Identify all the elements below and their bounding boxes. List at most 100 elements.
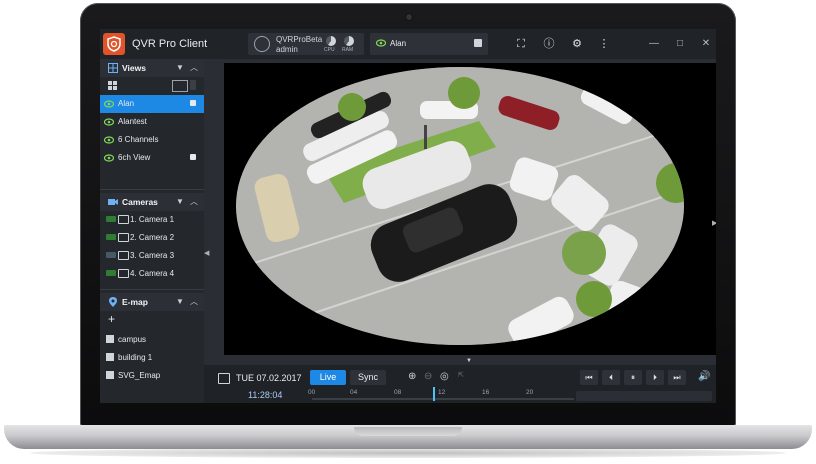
ram-label: RAM xyxy=(342,47,354,53)
map-icon xyxy=(106,335,114,343)
step-forward-button[interactable]: ⏵ xyxy=(646,370,664,385)
close-button[interactable]: ✕ xyxy=(700,37,712,51)
timeline-track[interactable] xyxy=(312,398,574,400)
collapse-icon[interactable]: ︿ xyxy=(190,62,198,73)
current-view-name: Alan xyxy=(390,39,407,48)
user-icon xyxy=(254,36,270,52)
cctv-icon xyxy=(118,251,129,260)
sync-button[interactable]: Sync xyxy=(350,370,386,385)
timeline-tick: 04 xyxy=(350,389,358,396)
user-account-box[interactable]: QVRProBeta admin CPU RAM xyxy=(248,33,364,55)
camera-item-4[interactable]: 4. Camera 4 xyxy=(100,265,204,283)
camera-label: 4. Camera 4 xyxy=(130,269,175,278)
collapse-icon[interactable]: ︿ xyxy=(190,196,198,207)
emap-section-header[interactable]: E-map ▼ ︿ xyxy=(100,293,204,311)
eye-icon xyxy=(104,100,114,108)
cameras-title: Cameras xyxy=(122,197,158,207)
current-time: 11:28:04 xyxy=(248,390,283,400)
recording-badge-icon xyxy=(106,252,116,258)
filter-icon[interactable]: ▼ xyxy=(176,197,184,206)
collapse-icon[interactable]: ︿ xyxy=(190,296,198,307)
view-item-6-channels[interactable]: 6 Channels xyxy=(100,131,204,149)
view-item-alan[interactable]: Alan xyxy=(100,95,204,113)
app-title: QVR Pro Client xyxy=(132,38,208,50)
maximize-button[interactable]: □ xyxy=(674,37,686,51)
emap-title: E-map xyxy=(122,297,148,307)
live-button[interactable]: Live xyxy=(310,370,346,385)
timeline-tick: 12 xyxy=(438,389,446,396)
divider xyxy=(100,189,204,190)
zoom-reset-icon[interactable]: ⇱ xyxy=(458,371,464,379)
filter-icon[interactable]: ▼ xyxy=(176,297,184,306)
views-toolbar xyxy=(100,77,204,95)
view-item-label: 6 Channels xyxy=(118,135,159,144)
recording-badge-icon xyxy=(106,234,116,240)
fisheye-camera-image xyxy=(236,67,684,345)
map-icon xyxy=(106,353,114,361)
title-bar: QVR Pro Client QVRProBeta admin CPU RAM … xyxy=(100,29,716,59)
camera-label: 3. Camera 3 xyxy=(130,251,175,260)
sidebar-toggle-icon[interactable]: ◀ xyxy=(204,249,209,257)
timeline-tick: 08 xyxy=(394,389,402,396)
camera-item-3[interactable]: 3. Camera 3 xyxy=(100,247,204,265)
cpu-meter-icon xyxy=(326,36,336,46)
recording-badge-icon xyxy=(106,270,116,276)
save-view-icon[interactable] xyxy=(474,39,482,47)
emap-item-campus[interactable]: campus xyxy=(100,331,204,349)
eye-icon xyxy=(376,39,386,47)
view-item-6ch-view[interactable]: 6ch View xyxy=(100,149,204,167)
save-icon[interactable] xyxy=(190,100,196,106)
more-menu-icon[interactable]: ⋮ xyxy=(597,37,611,51)
camera-label: 2. Camera 2 xyxy=(130,233,175,242)
eye-icon xyxy=(104,136,114,144)
grid-icon xyxy=(108,63,118,73)
zoom-in-icon[interactable]: ⊕ xyxy=(408,371,416,382)
fullscreen-icon[interactable]: ⛶ xyxy=(514,37,528,51)
app-window: QVR Pro Client QVRProBeta admin CPU RAM … xyxy=(100,29,716,403)
minimize-button[interactable]: — xyxy=(648,37,660,51)
playback-date[interactable]: TUE 07.02.2017 xyxy=(236,373,302,383)
webcam-dot xyxy=(406,14,412,20)
view-item-alantest[interactable]: Alantest xyxy=(100,113,204,131)
skip-to-start-button[interactable]: ⏮ xyxy=(580,370,598,385)
gear-icon[interactable]: ⚙ xyxy=(570,37,584,51)
add-view-icon[interactable] xyxy=(172,80,188,92)
zoom-fit-icon[interactable]: ◎ xyxy=(440,371,449,382)
views-section-header[interactable]: Views ▼ ︿ xyxy=(100,59,204,77)
pause-button[interactable]: ⏸ xyxy=(624,370,642,385)
live-video-fisheye[interactable] xyxy=(224,63,716,355)
right-panel-toggle-icon[interactable]: ▶ xyxy=(712,219,716,227)
step-back-button[interactable]: ⏴ xyxy=(602,370,620,385)
timeline-playhead[interactable] xyxy=(432,387,435,401)
zoom-out-icon[interactable]: ⊖ xyxy=(424,371,432,382)
camera-label: 1. Camera 1 xyxy=(130,215,175,224)
camera-item-1[interactable]: 1. Camera 1 xyxy=(100,211,204,229)
recording-badge-icon xyxy=(106,216,116,222)
playback-speed-bar[interactable] xyxy=(576,391,712,401)
current-view-selector[interactable]: Alan xyxy=(370,33,488,55)
laptop-notch xyxy=(354,427,462,436)
skip-to-end-button[interactable]: ⏭ xyxy=(668,370,686,385)
filter-icon[interactable]: ▼ xyxy=(176,63,184,72)
layout-icon[interactable] xyxy=(108,81,117,90)
sidebar: Views ▼ ︿ Alan Alantest 6 Channels 6ch V… xyxy=(100,59,204,403)
emap-item-svg-emap[interactable]: SVG_Emap xyxy=(100,367,204,385)
playback-bar: TUE 07.02.2017 Live Sync ⊕ ⊖ ◎ ⇱ 11:28:0… xyxy=(204,365,716,403)
calendar-icon[interactable] xyxy=(218,373,230,384)
view-options-icon[interactable] xyxy=(190,80,196,90)
eye-icon xyxy=(104,118,114,126)
ram-meter-icon xyxy=(344,36,354,46)
cctv-icon xyxy=(118,215,129,224)
cpu-label: CPU xyxy=(324,47,335,53)
info-icon[interactable]: ⓘ xyxy=(542,37,556,51)
cctv-icon xyxy=(118,269,129,278)
add-emap-row: + xyxy=(100,311,204,329)
emap-item-building-1[interactable]: building 1 xyxy=(100,349,204,367)
volume-icon[interactable]: 🔊 xyxy=(698,371,710,382)
camera-item-2[interactable]: 2. Camera 2 xyxy=(100,229,204,247)
laptop-shadow xyxy=(30,448,786,458)
timeline-collapse-icon[interactable]: ▼ xyxy=(462,358,476,365)
emap-label: SVG_Emap xyxy=(118,371,161,380)
add-emap-button[interactable]: + xyxy=(108,312,115,326)
cameras-section-header[interactable]: Cameras ▼ ︿ xyxy=(100,193,204,211)
